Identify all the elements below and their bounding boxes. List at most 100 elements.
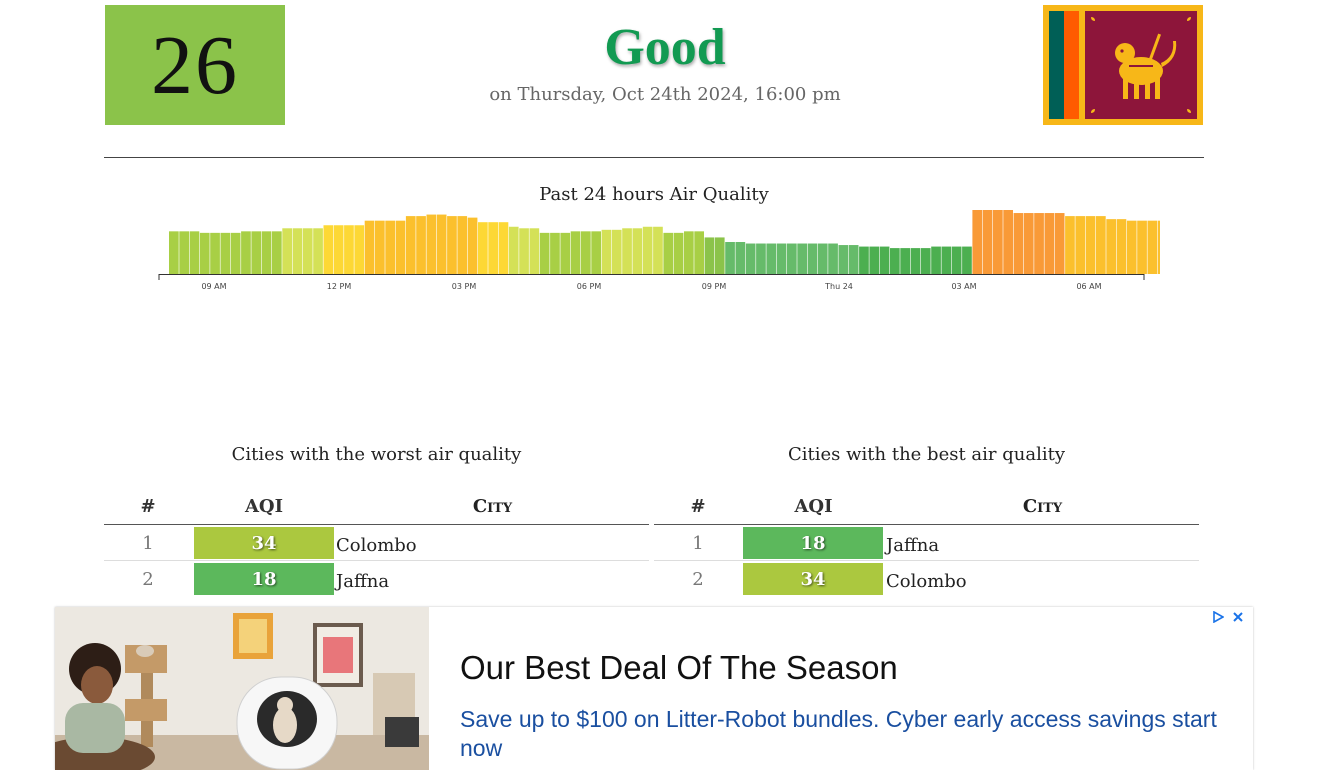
chart-bar	[292, 228, 303, 274]
advertisement-banner[interactable]: Our Best Deal Of The Season Save up to $…	[55, 607, 1253, 770]
chart-bar	[859, 246, 869, 274]
chart-bar	[653, 226, 663, 274]
chart-bar	[261, 231, 272, 274]
chart-bar	[879, 246, 890, 274]
chart-bar	[817, 243, 828, 274]
chart-bar	[1106, 219, 1116, 274]
ad-body-text[interactable]: Save up to $100 on Litter-Robot bundles.…	[460, 705, 1220, 763]
chart-x-tick-label: Thu 24	[824, 282, 853, 291]
chart-bar	[519, 228, 529, 274]
aqi-history-chart: 09 AM 12 PM 03 PM 06 PM 09 PM Thu 24 03 AM 06 A…	[158, 210, 1160, 291]
chart-bar	[920, 248, 931, 274]
chart-x-tick-label: 03 AM	[951, 282, 976, 291]
worst-table-title: Cities with the worst air quality	[231, 444, 522, 465]
chart-bar	[838, 245, 849, 274]
chart-bar	[1044, 213, 1055, 274]
chart-bar	[416, 216, 426, 274]
chart-x-tick-label: 03 PM	[452, 282, 477, 291]
worst-rank-header: #	[140, 496, 156, 517]
worst-row-1-rank: 1	[142, 533, 154, 554]
chart-bar	[951, 246, 962, 274]
ad-headline[interactable]: Our Best Deal Of The Season	[460, 649, 898, 687]
chart-bar	[910, 248, 921, 274]
worst-row-2-city[interactable]: Jaffna	[336, 571, 389, 592]
chart-bar	[776, 243, 787, 274]
worst-row-1-aqi-badge: 34	[194, 527, 334, 559]
chart-bar	[1013, 213, 1024, 274]
chart-bar	[828, 243, 838, 274]
best-table-title: Cities with the best air quality	[788, 444, 1065, 465]
chart-bar	[385, 220, 395, 274]
measurement-timestamp: on Thursday, Oct 24th 2024, 16:00 pm	[489, 84, 841, 105]
chart-bar	[323, 225, 334, 274]
best-rank-header: #	[690, 496, 706, 517]
chart-bar	[601, 229, 612, 274]
chart-x-tick-label: 06 AM	[1076, 282, 1101, 291]
chart-bar	[220, 232, 231, 274]
chart-x-tick-label: 06 PM	[577, 282, 602, 291]
chart-bar	[467, 217, 478, 274]
adchoices-icon[interactable]	[1211, 610, 1225, 624]
chart-bar	[1157, 220, 1160, 274]
best-aqi-header: AQI	[794, 496, 833, 517]
chart-bar	[179, 231, 189, 274]
best-row-2-aqi-badge: 34	[743, 563, 883, 595]
chart-bar	[1003, 210, 1013, 274]
chart-bar	[611, 229, 622, 274]
ad-product-image[interactable]	[55, 607, 429, 770]
chart-bar	[714, 237, 725, 274]
chart-bar	[704, 237, 715, 274]
chart-bar	[313, 228, 323, 274]
chart-bar	[673, 232, 684, 274]
chart-bar	[436, 214, 447, 274]
chart-bar	[735, 242, 746, 274]
chart-bar	[941, 246, 952, 274]
sri-lanka-flag-icon	[1043, 5, 1203, 125]
chart-bar	[550, 232, 560, 274]
best-row-1-city[interactable]: Jaffna	[886, 535, 939, 556]
chart-bar	[364, 220, 375, 274]
chart-bar	[1137, 220, 1147, 274]
worst-row-1-city[interactable]: Colombo	[336, 535, 417, 556]
chart-title: Past 24 hours Air Quality	[539, 184, 769, 205]
best-row-2-rank: 2	[692, 569, 704, 590]
chart-bar	[251, 231, 262, 274]
chart-bar	[756, 243, 766, 274]
chart-bar	[622, 228, 632, 274]
best-row-2-city[interactable]: Colombo	[886, 571, 967, 592]
ad-controls	[1211, 610, 1245, 624]
chart-bar	[869, 246, 880, 274]
chart-bar	[302, 228, 313, 274]
close-icon[interactable]	[1231, 610, 1245, 624]
chart-bar	[570, 231, 581, 274]
chart-bar	[189, 231, 200, 274]
chart-bar	[210, 232, 220, 274]
chart-x-tick-label: 09 AM	[201, 282, 226, 291]
chart-bar	[807, 243, 818, 274]
chart-bar	[766, 243, 777, 274]
worst-header-rule	[104, 524, 649, 525]
chart-bar	[199, 232, 210, 274]
chart-bar	[344, 225, 354, 274]
worst-row-2-aqi-badge: 18	[194, 563, 334, 595]
chart-bar	[591, 231, 601, 274]
chart-bar	[333, 225, 344, 274]
chart-bar	[539, 232, 550, 274]
worst-city-header: City	[472, 496, 513, 517]
chart-bar	[1085, 216, 1096, 274]
chart-bar	[230, 232, 241, 274]
chart-bar	[241, 231, 251, 274]
chart-bar	[488, 222, 498, 274]
chart-bar	[478, 222, 488, 274]
chart-bar	[1096, 216, 1106, 274]
chart-bar	[1126, 220, 1137, 274]
aqi-value-box: 26	[105, 5, 285, 125]
best-city-header: City	[1022, 496, 1063, 517]
worst-row-divider	[104, 560, 649, 561]
best-row-1-rank: 1	[692, 533, 704, 554]
chart-bar	[447, 216, 457, 274]
chart-bar	[1116, 219, 1127, 274]
chart-bar	[498, 222, 509, 274]
chart-bar	[1075, 216, 1086, 274]
chart-bar	[745, 243, 756, 274]
